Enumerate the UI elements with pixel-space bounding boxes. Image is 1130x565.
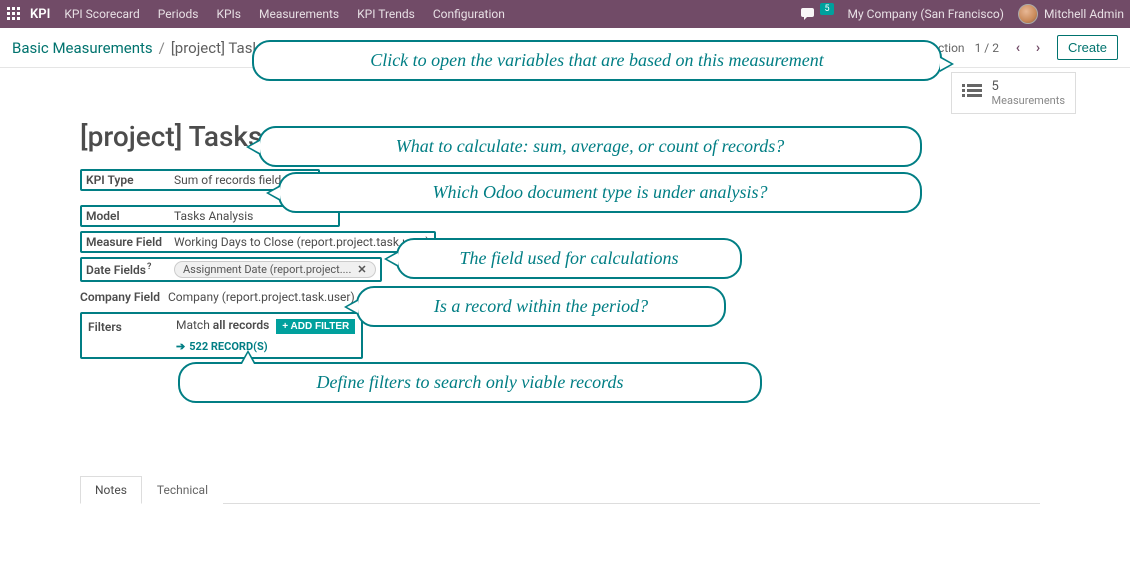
pager-nav: ‹ › [1009,37,1047,59]
create-button[interactable]: Create [1057,35,1118,60]
app-brand[interactable]: KPI [30,7,50,22]
pager-prev[interactable]: ‹ [1009,37,1027,59]
tag-text: Assignment Date (report.project.... [183,263,351,276]
stat-measurements[interactable]: 5 Measurements [951,72,1076,114]
tag-remove-icon[interactable]: ✕ [357,263,366,276]
value-company-field[interactable]: Company (report.project.task.user) [168,290,355,304]
tab-technical[interactable]: Technical [142,476,223,504]
nav-periods[interactable]: Periods [158,7,199,21]
breadcrumb-separator: / [159,39,165,57]
tag-date-field[interactable]: Assignment Date (report.project.... ✕ [174,261,376,278]
add-filter-button[interactable]: + ADD FILTER [276,319,355,334]
label-filters: Filters [88,318,176,334]
chat-badge: 5 [820,3,833,15]
breadcrumb: Basic Measurements / [project] Tasks: W [12,39,288,57]
label-model: Model [86,209,174,223]
top-nav: KPI KPI Scorecard Periods KPIs Measureme… [0,0,1130,28]
label-measure-field: Measure Field [86,235,174,249]
stat-count: 5 [992,79,1065,94]
nav-kpis[interactable]: KPIs [216,7,241,21]
nav-measurements[interactable]: Measurements [259,7,339,21]
label-company-field: Company Field [80,290,168,304]
label-kpi-type: KPI Type [86,173,174,187]
stat-label: Measurements [992,94,1065,107]
value-measure-field[interactable]: Working Days to Close (report.project.ta… [174,235,430,249]
filters-match: Match all records + ADD FILTER [176,318,355,334]
callout-document-type: Which Odoo document type is under analys… [278,172,922,213]
pager-next[interactable]: › [1029,37,1047,59]
arrow-right-icon: ➔ [176,340,185,353]
avatar [1018,4,1038,24]
nav-configuration[interactable]: Configuration [433,7,505,21]
apps-icon[interactable] [6,6,22,22]
form-tabs: Notes Technical [80,475,1040,504]
user-menu[interactable]: Mitchell Admin [1018,4,1124,24]
callout-calculate: What to calculate: sum, average, or coun… [258,126,922,167]
label-date-fields: Date Fields? [86,262,174,277]
callout-variables: Click to open the variables that are bas… [252,40,942,81]
company-selector[interactable]: My Company (San Francisco) [848,7,1004,21]
tab-notes[interactable]: Notes [80,476,142,504]
pager-text: 1 / 2 [975,41,999,55]
callout-period: Is a record within the period? [356,286,726,327]
callout-field: The field used for calculations [396,238,742,279]
nav-kpi-trends[interactable]: KPI Trends [357,7,415,21]
nav-kpi-scorecard[interactable]: KPI Scorecard [64,7,139,21]
value-model[interactable]: Tasks Analysis [174,209,253,223]
user-name: Mitchell Admin [1044,7,1124,21]
callout-filters: Define filters to search only viable rec… [178,362,762,403]
breadcrumb-root[interactable]: Basic Measurements [12,39,153,57]
chat-button[interactable]: 5 [801,7,833,21]
list-icon [962,83,982,103]
